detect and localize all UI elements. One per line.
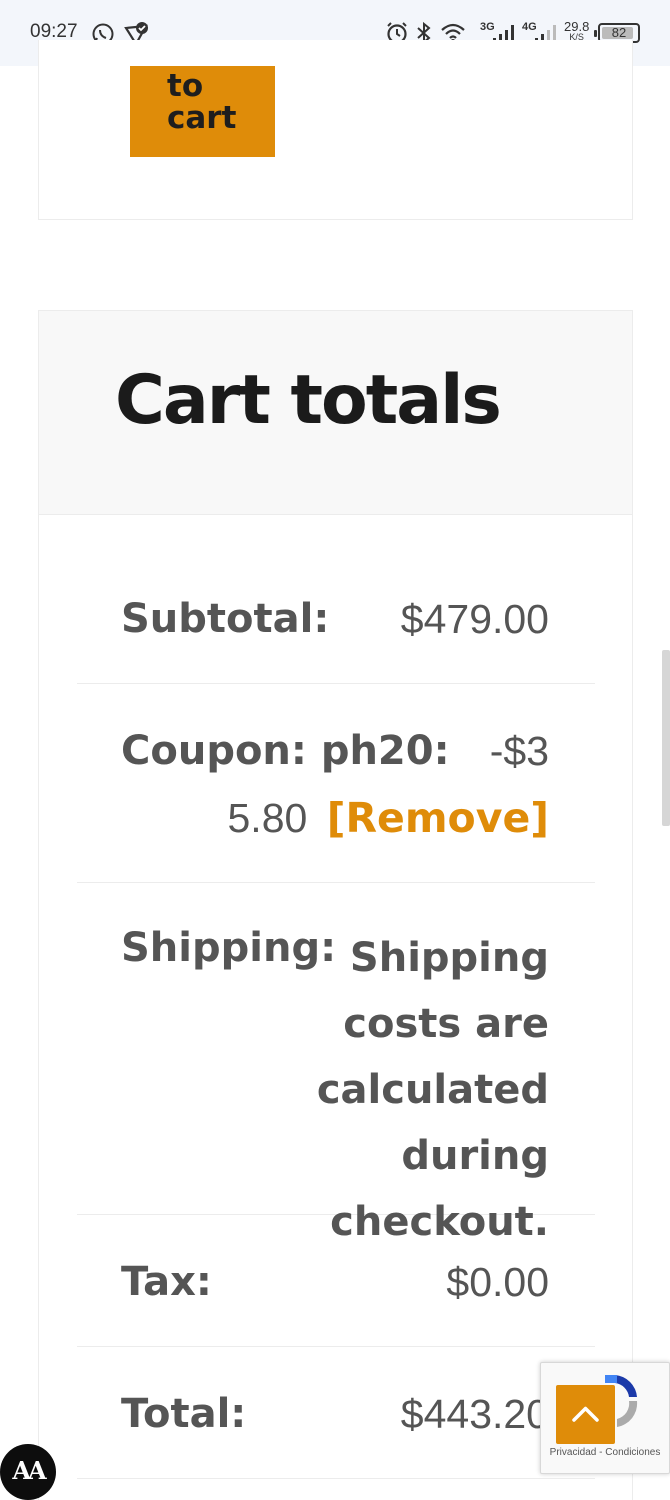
accessibility-button[interactable]: AA [0,1444,56,1500]
add-to-cart-label-line2: cart [167,100,237,136]
accessibility-label: AA [12,1456,46,1485]
recaptcha-separator: - [599,1447,603,1458]
back-to-top-button[interactable] [556,1385,615,1444]
total-row: Total: $443.20 [77,1347,595,1479]
total-label: Total: [121,1391,247,1437]
page-scrollbar[interactable] [662,650,670,826]
remove-coupon-link[interactable]: [Remove] [327,794,549,842]
cart-totals-title: Cart totals [115,361,502,440]
tax-row: Tax: $0.00 [77,1215,595,1347]
privacy-link[interactable]: Privacidad [550,1447,597,1458]
total-value: $443.20 [400,1391,549,1437]
cart-totals: Cart totals Subtotal: $479.00 Coupon: ph… [38,310,633,1500]
recaptcha-links: Privacidad - Condiciones [541,1447,669,1458]
shipping-text: Shipping costs are calculated during che… [316,935,549,1245]
tax-value: $0.00 [446,1259,549,1305]
chevron-up-icon [572,1406,599,1422]
coupon-line-2: 5.80 [Remove] [228,794,550,842]
subtotal-value: $479.00 [400,596,549,642]
coupon-discount-value-cont: 5.80 [227,795,308,841]
coupon-row: Coupon: ph20: -$3 5.80 [Remove] [77,684,595,883]
tax-label: Tax: [121,1259,212,1305]
add-to-cart-button[interactable]: to cart [130,66,275,157]
coupon-discount-value: -$3 [489,728,549,774]
coupon-label: Coupon: ph20: [121,728,450,774]
subtotal-row: Subtotal: $479.00 [77,516,595,684]
terms-link[interactable]: Condiciones [605,1447,660,1458]
add-to-cart-label-line1: to [167,68,204,104]
subtotal-label: Subtotal: [121,596,330,642]
shipping-row: Shipping: Shipping costs are calculated … [77,883,595,1245]
cart-totals-header: Cart totals [39,311,632,515]
product-card [38,40,633,220]
battery-percent: 82 [611,25,627,40]
